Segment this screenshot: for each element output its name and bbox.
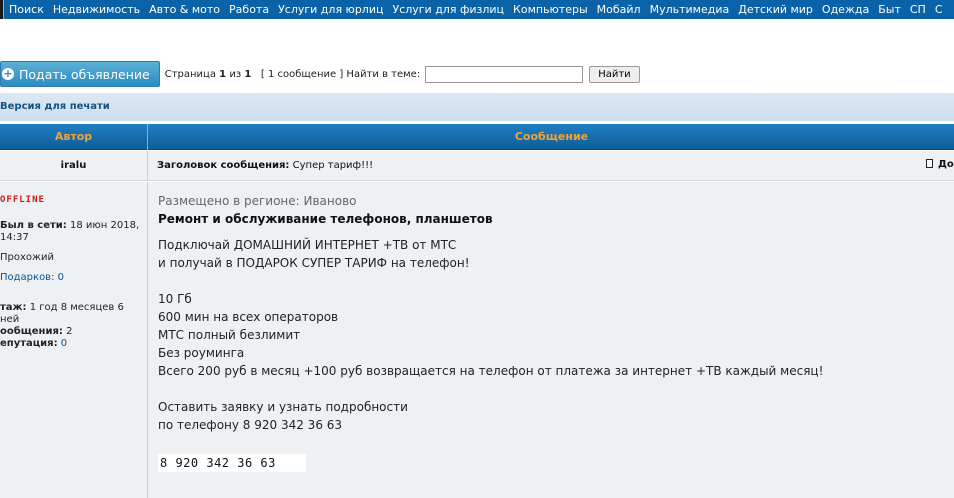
post-line: по телефону 8 920 342 36 63 — [158, 418, 343, 432]
nav-item-clothes[interactable]: Одежда — [817, 0, 873, 19]
gifts-value: 0 — [57, 272, 65, 283]
post-ad-button-label: Подать объявление — [19, 66, 150, 82]
posts-table-header: Автор Сообщение — [0, 124, 954, 150]
nav-item-auto[interactable]: Авто & мото — [144, 0, 224, 19]
reputation-value[interactable]: 0 — [61, 338, 67, 349]
nav-item-personal-services[interactable]: Услуги для физлиц — [387, 0, 508, 19]
nav-item-realty[interactable]: Недвижимость — [48, 0, 144, 19]
top-nav: Поиск Недвижимость Авто & мото Работа Ус… — [0, 0, 954, 19]
post-header-row: iralu Заголовок сообщения: Супер тариф!!… — [0, 151, 954, 181]
phone-number-box: 8 920 342 36 63 — [158, 454, 306, 472]
profile-messages: ообщения: 2 — [0, 326, 146, 338]
page-current: 1 — [219, 68, 227, 80]
post-line: Подключай ДОМАШНИЙ ИНТЕРНЕТ +ТВ от МТС — [158, 238, 457, 252]
page-label: Страница — [164, 68, 216, 80]
nav-item-sp[interactable]: СП — [905, 0, 930, 19]
nav-item-computers[interactable]: Компьютеры — [508, 0, 592, 19]
nav-item-multimedia[interactable]: Мультимедиа — [645, 0, 734, 19]
post-line — [158, 380, 823, 398]
post-line: 600 мин на всех операторов — [158, 310, 339, 324]
nav-item-mobile[interactable]: Мобайл — [592, 0, 645, 19]
nav-item-household[interactable]: Быт — [873, 0, 905, 19]
messages-label: ообщения: — [0, 326, 63, 337]
header-message: Сообщение — [514, 130, 589, 143]
search-label: Найти в теме: — [346, 68, 421, 80]
profile-reputation: епутация: 0 — [0, 338, 146, 350]
post-subject-label: Заголовок сообщения: — [157, 160, 290, 171]
print-version-link[interactable]: Версия для печати — [0, 101, 110, 112]
topic-search-button[interactable]: Найти — [589, 65, 640, 83]
post-subject-text: Супер тариф!!! — [292, 160, 374, 171]
post-title: Ремонт и обслуживание телефонов, планшет… — [158, 212, 493, 226]
post-message: Размещено в регионе: Иваново Ремонт и об… — [158, 182, 954, 498]
post-subject: Заголовок сообщения: Супер тариф!!! — [157, 160, 373, 171]
nav-item-search[interactable]: Поиск — [4, 0, 48, 19]
last-seen-label: Был в сети: — [0, 220, 67, 231]
post-text: Подключай ДОМАШНИЙ ИНТЕРНЕТ +ТВ от МТС и… — [158, 236, 823, 434]
post-author-name[interactable]: iralu — [0, 151, 148, 181]
post-line: 10 Гб — [158, 292, 192, 306]
nav-item-more[interactable]: С — [930, 0, 947, 19]
print-bar: Версия для печати — [0, 93, 954, 121]
document-icon — [926, 159, 933, 168]
nav-item-jobs[interactable]: Работа — [224, 0, 273, 19]
profile-last-seen: Был в сети: 18 июн 2018, 14:37 — [0, 220, 146, 244]
post-line: Без роуминга — [158, 346, 245, 360]
profile-gifts[interactable]: Подарков: 0 — [0, 272, 146, 284]
post-line: Всего 200 руб в месяц +100 руб возвращае… — [158, 364, 824, 378]
tenure-label: таж: — [0, 302, 27, 313]
post-ad-button[interactable]: + Подать объявление — [0, 61, 160, 87]
messages-value: 2 — [66, 326, 73, 337]
post-line: МТС полный безлимит — [158, 328, 301, 342]
post-line — [158, 272, 823, 290]
post-line: Оставить заявку и узнать подробности — [158, 400, 408, 414]
post-action-link[interactable]: До — [926, 159, 954, 170]
header-author: Автор — [0, 124, 148, 150]
topic-search-input[interactable] — [425, 65, 584, 83]
profile-tenure: таж: 1 год 8 месяцев 6 ней — [0, 302, 146, 326]
offline-status-badge: OFFLINE — [0, 195, 45, 205]
author-profile: OFFLINE Был в сети: 18 июн 2018, 14:37 П… — [0, 182, 148, 498]
topic-toolbar: + Подать объявление Страница 1 из 1 [ 1 … — [0, 61, 640, 87]
post-action-label: До — [938, 159, 954, 170]
pagination-info: Страница 1 из 1 [ 1 сообщение ] Найти в … — [165, 69, 420, 80]
messages-count: [ 1 сообщение ] — [260, 68, 344, 80]
profile-rank: Прохожий — [0, 252, 55, 263]
post-region: Размещено в регионе: Иваново — [158, 194, 357, 208]
post-line: и получай в ПОДАРОК СУПЕР ТАРИФ на телеф… — [158, 256, 470, 270]
page-of: из — [229, 68, 242, 80]
post-body-row: OFFLINE Был в сети: 18 июн 2018, 14:37 П… — [0, 182, 954, 498]
reputation-label: епутация: — [0, 338, 58, 349]
nav-item-business-services[interactable]: Услуги для юрлиц — [273, 0, 387, 19]
page-total: 1 — [244, 68, 252, 80]
gifts-label: Подарков: — [0, 272, 55, 283]
nav-item-kids[interactable]: Детский мир — [733, 0, 817, 19]
plus-circle-icon: + — [2, 67, 14, 80]
